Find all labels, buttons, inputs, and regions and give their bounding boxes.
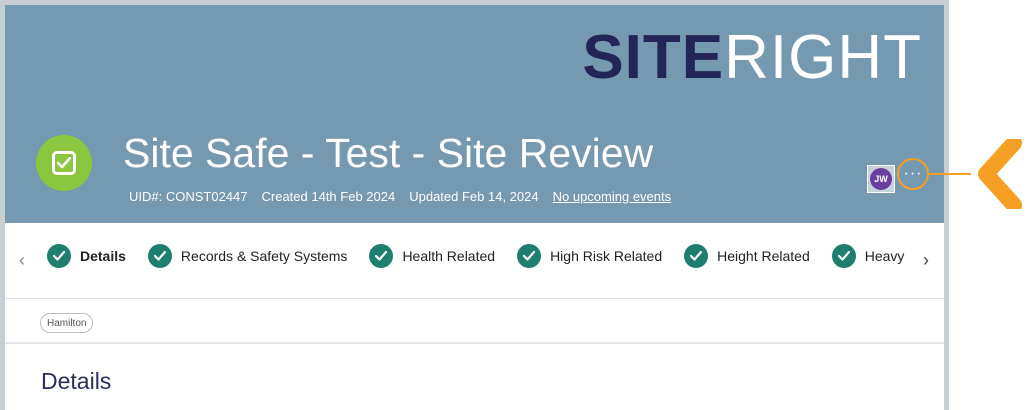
location-tag[interactable]: Hamilton <box>40 313 94 333</box>
checkbox-icon <box>36 135 92 191</box>
tab-label: Height Related <box>717 248 810 264</box>
callout-line <box>929 173 971 175</box>
check-circle-icon <box>369 244 394 268</box>
tab-label: Heavy <box>864 248 905 264</box>
check-circle-icon <box>517 244 542 268</box>
record-uid: UID#: CONST02447 <box>129 189 248 204</box>
tab-details[interactable]: Details <box>47 244 126 268</box>
tab-records-safety-systems[interactable]: Records & Safety Systems <box>147 244 348 268</box>
avatar-initials: JW <box>870 168 892 190</box>
chevron-right-icon[interactable]: › <box>923 250 929 271</box>
section-tabs: ‹ Details Records & Safety Systems Healt… <box>5 223 944 299</box>
tab-health-related[interactable]: Health Related <box>369 244 495 268</box>
more-options-button[interactable]: ··· <box>897 158 929 190</box>
logo-light-text: RIGHT <box>724 23 922 92</box>
record-header: SITE RIGHT Site Safe - Test - Site Revie… <box>5 5 944 223</box>
record-updated: Updated Feb 14, 2024 <box>409 189 539 204</box>
record-created: Created 14th Feb 2024 <box>261 189 396 204</box>
logo-bold-text: SITE <box>582 23 725 92</box>
callout-arrow-icon <box>978 139 1022 209</box>
ellipsis-icon: ··· <box>903 165 923 182</box>
tab-label: Health Related <box>402 248 496 264</box>
tab-high-risk-related[interactable]: High Risk Related <box>517 244 662 268</box>
tab-label: Records & Safety Systems <box>180 248 348 264</box>
divider <box>5 342 944 344</box>
record-title: Site Safe - Test - Site Review <box>123 130 654 176</box>
section-title: Details <box>41 368 112 394</box>
check-circle-icon <box>831 244 856 268</box>
record-meta: UID#: CONST02447 Created 14th Feb 2024 U… <box>129 189 671 204</box>
check-circle-icon <box>147 244 172 268</box>
tab-label: Details <box>80 248 126 264</box>
upcoming-events-link[interactable]: No upcoming events <box>553 189 672 204</box>
check-circle-icon <box>684 244 709 268</box>
tab-list: Details Records & Safety Systems Health … <box>47 244 912 268</box>
chevron-left-icon[interactable]: ‹ <box>19 250 25 271</box>
avatar[interactable]: JW <box>867 165 895 193</box>
tab-label: High Risk Related <box>550 248 663 264</box>
tab-height-related[interactable]: Height Related <box>684 244 810 268</box>
check-circle-icon <box>47 244 71 268</box>
siteright-logo: SITE RIGHT <box>582 23 922 93</box>
tab-heavy[interactable]: Heavy <box>831 244 905 268</box>
